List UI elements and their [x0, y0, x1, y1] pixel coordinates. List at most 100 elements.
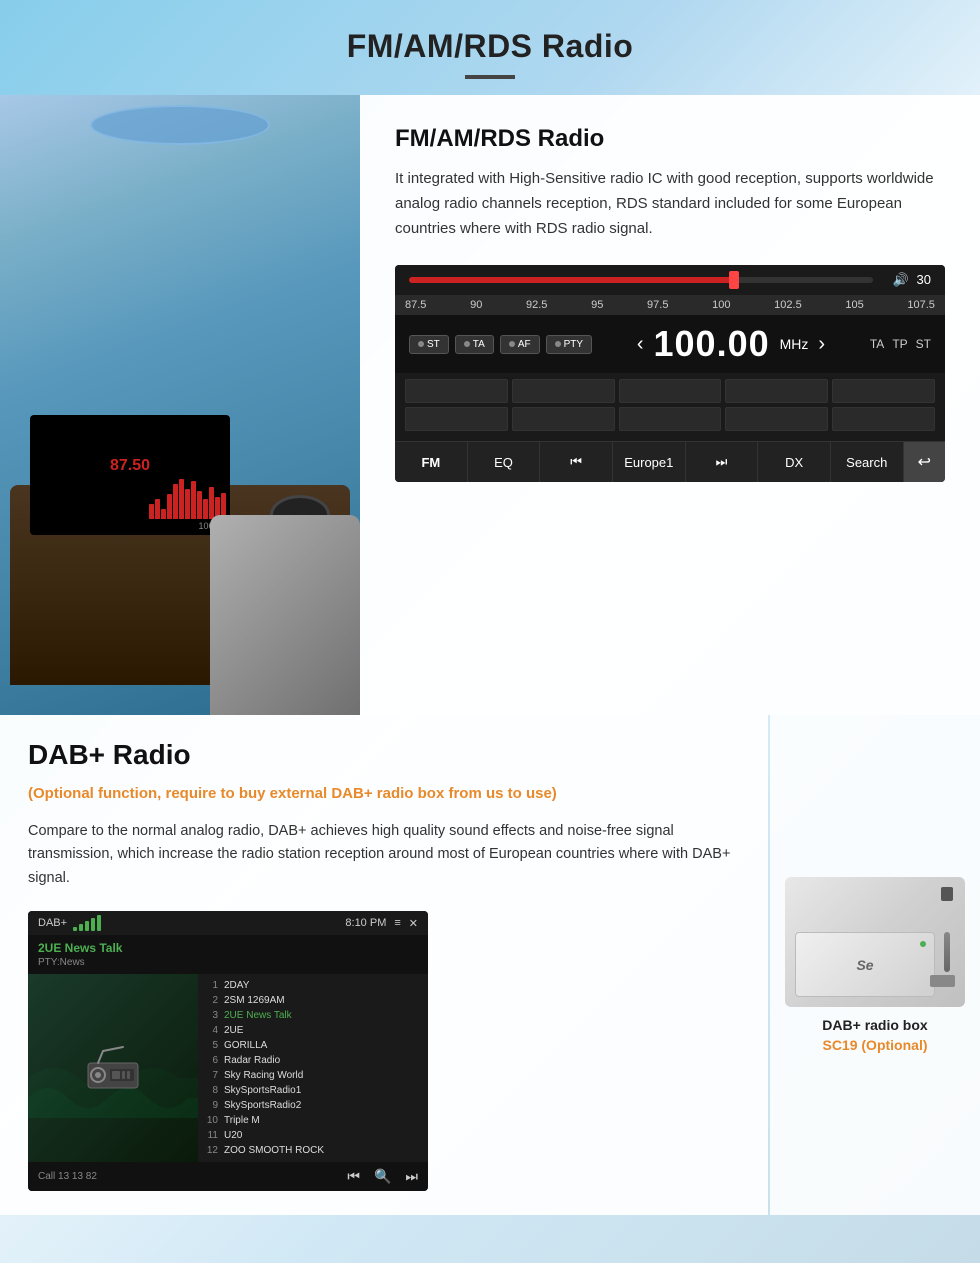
dab-optional-text: (Optional function, require to buy exter…: [28, 783, 740, 806]
station-4[interactable]: 4 2UE: [204, 1023, 422, 1038]
station-name-6: Radar Radio: [224, 1055, 280, 1066]
station-9[interactable]: 9 SkySportsRadio2: [204, 1098, 422, 1113]
bar-chart: [149, 479, 226, 519]
dab-close-icon[interactable]: ✕: [409, 917, 418, 930]
preset-dot-ta: [464, 341, 470, 347]
usb-plug: [941, 887, 953, 901]
dab-pty: PTY:News: [38, 957, 122, 968]
preset-cell-7[interactable]: [512, 407, 615, 431]
station-num-1: 1: [204, 980, 218, 991]
dab-station-list: 1 2DAY 2 2SM 1269AM 3 2UE News Talk 4: [198, 974, 428, 1162]
fm-section-desc: It integrated with High-Sensitive radio …: [395, 167, 945, 241]
station-name-2: 2SM 1269AM: [224, 995, 285, 1006]
station-6[interactable]: 6 Radar Radio: [204, 1053, 422, 1068]
station-num-10: 10: [204, 1115, 218, 1126]
station-2[interactable]: 2 2SM 1269AM: [204, 993, 422, 1008]
preset-dot-pty: [555, 341, 561, 347]
preset-af[interactable]: AF: [500, 335, 540, 354]
preset-cell-4[interactable]: [725, 379, 828, 403]
dab-search-button[interactable]: 🔍: [374, 1168, 391, 1185]
station-7[interactable]: 7 Sky Racing World: [204, 1068, 422, 1083]
europe1-button[interactable]: Europe1: [613, 442, 686, 482]
station-11[interactable]: 11 U20: [204, 1128, 422, 1143]
station-3[interactable]: 3 2UE News Talk: [204, 1008, 422, 1023]
preset-cell-9[interactable]: [725, 407, 828, 431]
station-name-9: SkySportsRadio2: [224, 1100, 301, 1111]
rearview-mirror: [90, 105, 270, 145]
dab-ui: DAB+ 8:10 PM ≡ ✕: [28, 911, 428, 1191]
freq-90: 90: [470, 299, 482, 311]
station-8[interactable]: 8 SkySportsRadio1: [204, 1083, 422, 1098]
dab-menu-icon: ≡: [394, 917, 400, 929]
dab-content-row: DAB+ Radio (Optional function, require t…: [0, 715, 980, 1215]
radio-ta-button[interactable]: TA: [870, 337, 884, 351]
next-button[interactable]: ⏭: [686, 442, 759, 482]
prev-button[interactable]: ⏮: [540, 442, 613, 482]
fm-right-panel: FM/AM/RDS Radio It integrated with High-…: [360, 95, 980, 715]
fm-button[interactable]: FM: [395, 442, 468, 482]
station-num-5: 5: [204, 1040, 218, 1051]
radio-st-button[interactable]: ST: [916, 337, 931, 351]
dab-prev-button[interactable]: ⏮: [347, 1168, 360, 1185]
station-name-4: 2UE: [224, 1025, 243, 1036]
preset-cell-3[interactable]: [619, 379, 722, 403]
freq-92.5: 92.5: [526, 299, 547, 311]
title-underline: [465, 75, 515, 79]
volume-display: 🔊 30: [893, 272, 931, 288]
eq-button[interactable]: EQ: [468, 442, 541, 482]
freq-next-button[interactable]: ›: [818, 333, 825, 356]
preset-cell-10[interactable]: [832, 407, 935, 431]
radio-preset-rows: [395, 373, 945, 441]
freq-97.5: 97.5: [647, 299, 668, 311]
station-num-3: 3: [204, 1010, 218, 1021]
station-num-9: 9: [204, 1100, 218, 1111]
preset-pty[interactable]: PTY: [546, 335, 592, 354]
preset-cell-6[interactable]: [405, 407, 508, 431]
preset-dot-af: [509, 341, 515, 347]
dab-box-brand: Se: [856, 957, 873, 973]
dab-status-left: DAB+: [38, 915, 101, 931]
radio-slider-track: [409, 277, 873, 283]
station-10[interactable]: 10 Triple M: [204, 1113, 422, 1128]
station-name-7: Sky Racing World: [224, 1070, 303, 1081]
freq-main-display: ‹ 100.00 MHz ›: [592, 323, 870, 365]
preset-pty-label: PTY: [564, 339, 583, 350]
screen-content: 87.50: [30, 415, 230, 535]
freq-scale: 87.5 90 92.5 95 97.5 100 102.5 105 107.5: [395, 295, 945, 315]
back-button[interactable]: ↩: [904, 442, 945, 482]
station-12[interactable]: 12 ZOO SMOOTH ROCK: [204, 1143, 422, 1158]
dab-description: Compare to the normal analog radio, DAB+…: [28, 820, 740, 892]
preset-st[interactable]: ST: [409, 335, 449, 354]
dab-status-right: 8:10 PM ≡ ✕: [345, 917, 418, 930]
head-unit-screen: 87.50: [30, 415, 230, 535]
search-button[interactable]: Search: [831, 442, 904, 482]
dab-next-button[interactable]: ⏭: [405, 1168, 418, 1185]
preset-cell-2[interactable]: [512, 379, 615, 403]
preset-cell-5[interactable]: [832, 379, 935, 403]
station-num-11: 11: [204, 1130, 218, 1141]
preset-dot-st: [418, 341, 424, 347]
preset-cell-8[interactable]: [619, 407, 722, 431]
volume-icon: 🔊: [893, 272, 909, 288]
station-name-1: 2DAY: [224, 980, 249, 991]
preset-cell-1[interactable]: [405, 379, 508, 403]
sig-bar-2: [79, 924, 83, 931]
dab-visual: [28, 974, 198, 1162]
dab-label: DAB+: [38, 917, 67, 929]
preset-ta[interactable]: TA: [455, 335, 494, 354]
station-5[interactable]: 5 GORILLA: [204, 1038, 422, 1053]
dab-box-label: DAB+ radio box: [822, 1017, 927, 1033]
radio-tp-button[interactable]: TP: [892, 337, 907, 351]
freq-105: 105: [845, 299, 863, 311]
dx-button[interactable]: DX: [758, 442, 831, 482]
dab-box-body: Se: [795, 932, 935, 997]
radio-slider-thumb: [729, 271, 739, 289]
dab-box-model: SC19 (Optional): [822, 1037, 927, 1053]
freq-prev-button[interactable]: ‹: [637, 333, 644, 356]
radio-top-bar: 🔊 30: [395, 265, 945, 295]
station-1[interactable]: 1 2DAY: [204, 978, 422, 993]
station-name-10: Triple M: [224, 1115, 260, 1126]
station-num-2: 2: [204, 995, 218, 1006]
dab-header-left: 2UE News Talk PTY:News: [38, 941, 122, 968]
dab-controls: ⏮ 🔍 ⏭: [347, 1168, 418, 1185]
